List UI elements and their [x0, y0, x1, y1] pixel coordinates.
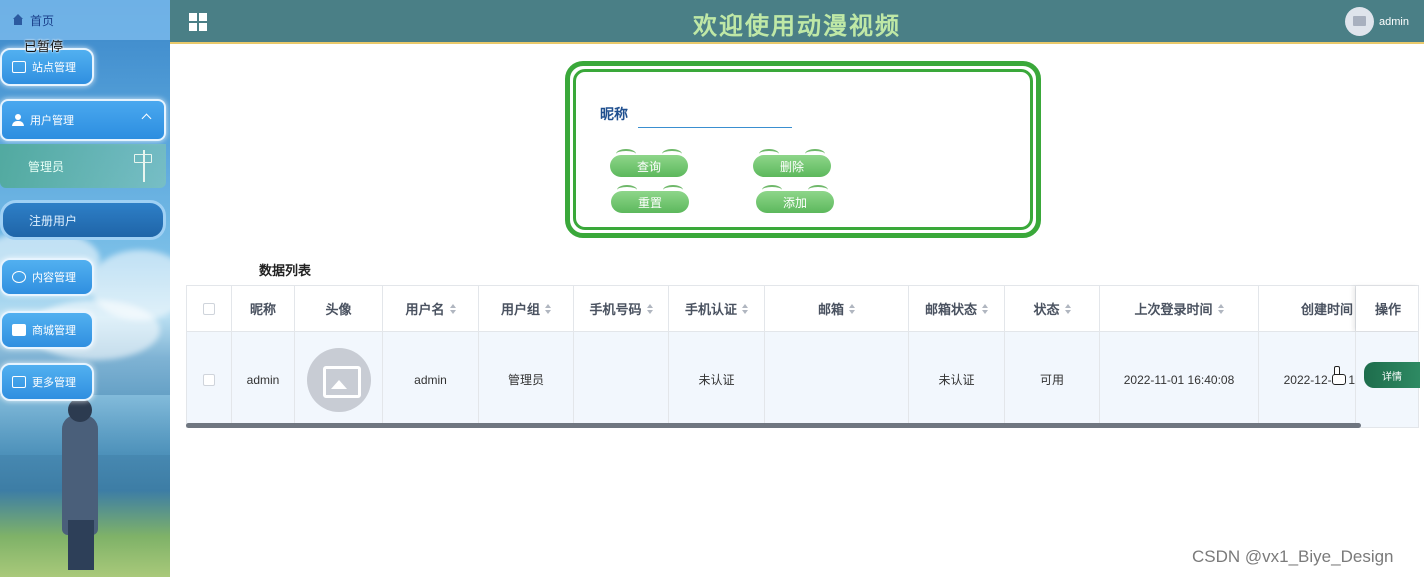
column-header: 昵称	[232, 286, 295, 331]
table-row: admin admin 管理员 未认证 未认证 可用 2022-11-01 16…	[186, 332, 1420, 428]
copy-icon	[12, 376, 26, 388]
reset-button[interactable]: 重置	[611, 185, 689, 213]
home-icon	[12, 14, 24, 26]
column-header-sortable[interactable]: 手机认证	[669, 286, 765, 331]
column-header: 头像	[295, 286, 383, 331]
menu-content-management-label: 内容管理	[32, 272, 76, 284]
column-header-sortable[interactable]: 状态	[1005, 286, 1100, 331]
menu-content-management[interactable]: 内容管理	[0, 258, 94, 296]
column-header: 操作	[1356, 286, 1420, 331]
column-header-sortable[interactable]: 用户名	[383, 286, 479, 331]
sort-icon[interactable]	[982, 303, 988, 314]
search-panel-inner: 昵称 查询 删除 重置 添加	[573, 69, 1033, 230]
menu-more-management[interactable]: 更多管理	[0, 363, 94, 401]
cell-phone	[574, 332, 669, 427]
sort-icon[interactable]	[1064, 303, 1071, 314]
data-table: 昵称 头像 用户名 用户组 手机号码 手机认证 邮箱 邮箱状态 状态 上次登录时…	[186, 285, 1420, 430]
menu-home-label: 首页	[30, 13, 55, 28]
menu-shop-management[interactable]: 商城管理	[0, 311, 94, 349]
signpost-icon	[134, 150, 154, 182]
paused-tip: 已暂停	[24, 39, 64, 54]
header-select-all[interactable]	[187, 286, 232, 331]
watermark: CSDN @vx1_Biye_Design	[1192, 547, 1394, 566]
submenu-registered-users-label: 注册用户	[29, 213, 78, 228]
sidebar-bg-figure-legs	[68, 520, 94, 570]
column-header-sortable[interactable]: 上次登录时间	[1100, 286, 1259, 331]
hand-cursor-icon	[1332, 366, 1346, 385]
sort-icon[interactable]	[545, 303, 551, 314]
search-panel: 昵称 查询 删除 重置 添加	[565, 61, 1041, 238]
cell-username: admin	[383, 332, 479, 427]
add-button[interactable]: 添加	[756, 185, 834, 213]
row-select[interactable]	[187, 332, 232, 427]
menu-shop-management-label: 商城管理	[32, 325, 76, 337]
sort-icon[interactable]	[449, 303, 456, 314]
horizontal-scrollbar[interactable]	[186, 423, 1361, 428]
column-header-sortable[interactable]: 邮箱	[765, 286, 909, 331]
delete-button[interactable]: 删除	[753, 149, 831, 177]
chat-icon	[12, 271, 26, 283]
sidebar-bg-figure	[62, 415, 98, 535]
header-title: 欢迎使用动漫视频	[693, 13, 901, 40]
sort-icon[interactable]	[849, 303, 855, 314]
cell-status: 可用	[1005, 332, 1100, 427]
detail-button[interactable]: 详情	[1364, 362, 1420, 388]
column-header-sortable[interactable]: 手机号码	[574, 286, 669, 331]
column-header-sortable[interactable]: 用户组	[479, 286, 574, 331]
cell-avatar	[295, 332, 383, 427]
nickname-label: 昵称	[600, 106, 628, 122]
submenu-admin-label: 管理员	[28, 159, 65, 174]
menu-site-management-label: 站点管理	[32, 62, 76, 74]
monitor-icon	[12, 61, 26, 73]
cell-last-login: 2022-11-01 16:40:08	[1100, 332, 1259, 427]
header-username[interactable]: admin	[1379, 16, 1409, 28]
bag-icon	[12, 324, 26, 336]
submenu-registered-users[interactable]: 注册用户	[0, 200, 166, 240]
data-list-title: 数据列表	[259, 263, 312, 278]
sidebar: 首页 站点管理 用户管理 管理员 注册用户 内容管理 商城管理 更多管理 已暂停	[0, 0, 170, 577]
row-checkbox[interactable]	[203, 373, 215, 386]
cell-group: 管理员	[479, 332, 574, 427]
nickname-input[interactable]	[638, 108, 792, 128]
sort-icon[interactable]	[1217, 303, 1224, 314]
top-header: 欢迎使用动漫视频 admin	[170, 0, 1424, 44]
column-header-sortable[interactable]: 创建时间	[1259, 286, 1356, 331]
image-placeholder-icon	[306, 347, 371, 412]
cell-phone-auth: 未认证	[669, 332, 765, 427]
menu-more-management-label: 更多管理	[32, 377, 76, 389]
query-button[interactable]: 查询	[610, 149, 688, 177]
table-header: 昵称 头像 用户名 用户组 手机号码 手机认证 邮箱 邮箱状态 状态 上次登录时…	[186, 285, 1419, 332]
cell-email-status: 未认证	[909, 332, 1005, 427]
sort-icon[interactable]	[742, 303, 748, 314]
select-all-checkbox[interactable]	[203, 302, 215, 315]
cell-email	[765, 332, 909, 427]
chevron-up-icon	[141, 113, 152, 124]
cell-nickname: admin	[232, 332, 295, 427]
menu-user-management-label: 用户管理	[30, 115, 74, 127]
submenu-admin[interactable]: 管理员	[0, 144, 166, 188]
sidebar-bg-figure-head	[68, 398, 92, 422]
menu-home[interactable]: 首页	[0, 0, 170, 40]
user-icon	[12, 114, 24, 126]
menu-user-management[interactable]: 用户管理	[0, 99, 166, 141]
avatar[interactable]	[1345, 7, 1374, 36]
column-header-sortable[interactable]: 邮箱状态	[909, 286, 1005, 331]
sort-icon[interactable]	[646, 303, 653, 314]
